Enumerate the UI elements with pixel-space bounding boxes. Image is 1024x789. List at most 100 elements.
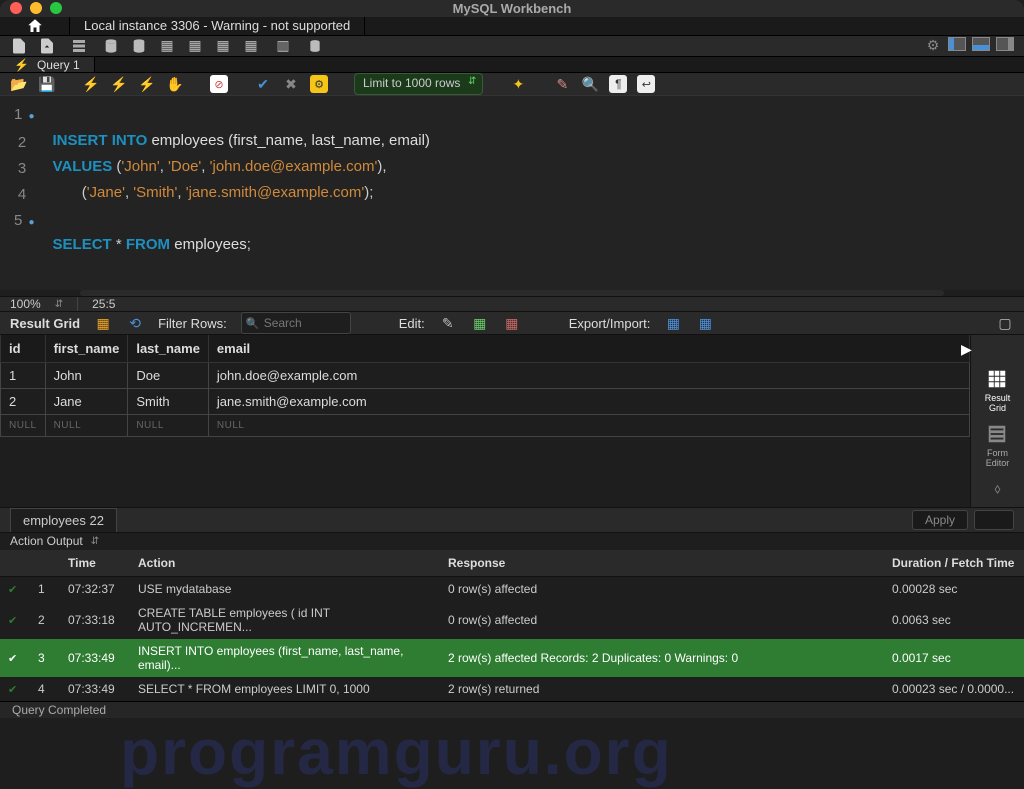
- main-toolbar: ▦ ▦ ▦ ▦ ▥ ⚙: [0, 36, 1024, 57]
- output-header: Action Output ⇵: [0, 533, 1024, 550]
- table-row[interactable]: 2JaneSmithjane.smith@example.com: [1, 389, 970, 415]
- beautify-icon[interactable]: ✦: [509, 75, 527, 93]
- status-bar: Query Completed: [0, 701, 1024, 718]
- form-editor-tab[interactable]: Form Editor: [986, 423, 1010, 468]
- home-tab[interactable]: [0, 17, 70, 35]
- col-first-name[interactable]: first_name: [45, 335, 128, 363]
- result-toolbar: Result Grid ▦ ⟲ Filter Rows: Search Edit…: [0, 312, 1024, 335]
- table-icon[interactable]: ▥: [274, 37, 292, 55]
- window-titlebar: MySQL Workbench: [0, 0, 1024, 17]
- wrap-icon[interactable]: ↩: [637, 75, 655, 93]
- result-grid-label: Result Grid: [10, 316, 80, 331]
- table-row-empty: [1, 437, 970, 507]
- autocommit-icon[interactable]: ⚙: [310, 75, 328, 93]
- result-grid-tab[interactable]: Result Grid: [985, 368, 1011, 413]
- limit-selector[interactable]: Limit to 1000 rows: [354, 73, 483, 95]
- db-small-icon[interactable]: [306, 37, 324, 55]
- sql-editor[interactable]: 1 ● 2 3 4 5 ● INSERT INTO employees (fir…: [0, 96, 1024, 290]
- import-icon[interactable]: ▦: [696, 314, 714, 332]
- output-col-response[interactable]: Response: [440, 550, 884, 577]
- result-grid[interactable]: id first_name last_name email 1JohnDoejo…: [0, 335, 970, 507]
- apply-button[interactable]: Apply: [912, 510, 968, 530]
- output-col-time[interactable]: Time: [60, 550, 130, 577]
- grid-view-icon[interactable]: ▦: [94, 314, 112, 332]
- db-icon-4[interactable]: ▦: [186, 37, 204, 55]
- watermark: programguru.org: [120, 715, 673, 789]
- execute-cursor-icon[interactable]: ⚡: [110, 75, 128, 93]
- output-row[interactable]: ✔307:33:49INSERT INTO employees (first_n…: [0, 639, 1024, 677]
- nav-updown-icon[interactable]: ⬨: [994, 480, 1000, 497]
- output-row[interactable]: ✔107:32:37USE mydatabase0 row(s) affecte…: [0, 576, 1024, 601]
- output-table: Time Action Response Duration / Fetch Ti…: [0, 550, 1024, 701]
- traffic-lights: [10, 2, 62, 14]
- new-sql-tab-icon[interactable]: [10, 37, 28, 55]
- db-icon-2[interactable]: [130, 37, 148, 55]
- output-row[interactable]: ✔207:33:18CREATE TABLE employees ( id IN…: [0, 601, 1024, 639]
- col-id[interactable]: id: [1, 335, 46, 363]
- add-row-icon[interactable]: ▦: [471, 314, 489, 332]
- col-email[interactable]: email: [208, 335, 969, 363]
- code-content[interactable]: INSERT INTO employees (first_name, last_…: [43, 96, 1024, 290]
- col-last-name[interactable]: last_name: [128, 335, 209, 363]
- connection-tab[interactable]: Local instance 3306 - Warning - not supp…: [70, 17, 365, 35]
- output-col-action[interactable]: Action: [130, 550, 440, 577]
- result-area: programguru.org id first_name last_name …: [0, 335, 1024, 507]
- filter-rows-label: Filter Rows:: [158, 316, 227, 331]
- db-icon-3[interactable]: ▦: [158, 37, 176, 55]
- zoom-stepper-icon[interactable]: ⇵: [55, 299, 63, 310]
- save-file-icon[interactable]: 💾: [38, 75, 56, 93]
- open-sql-icon[interactable]: [38, 37, 56, 55]
- settings-icon[interactable]: ⚙: [924, 37, 942, 55]
- output-row[interactable]: ✔407:33:49SELECT * FROM employees LIMIT …: [0, 677, 1024, 701]
- search-icon[interactable]: 🔍: [581, 75, 599, 93]
- edit-row-icon[interactable]: ✎: [439, 314, 457, 332]
- query-tab-label: Query 1: [37, 58, 80, 72]
- toggle-icon[interactable]: ⊘: [210, 75, 228, 93]
- refresh-icon[interactable]: ⟲: [126, 314, 144, 332]
- rollback-icon[interactable]: ✖: [282, 75, 300, 93]
- delete-row-icon[interactable]: ▦: [503, 314, 521, 332]
- minimize-window-button[interactable]: [30, 2, 42, 14]
- pilcrow-icon[interactable]: ¶: [609, 75, 627, 93]
- result-set-tab[interactable]: employees 22: [10, 508, 117, 532]
- stop-icon[interactable]: ✋: [166, 75, 184, 93]
- execute-icon[interactable]: ⚡: [82, 75, 100, 93]
- panel-left-button[interactable]: [948, 37, 966, 51]
- lightning-icon: ⚡: [14, 58, 29, 72]
- close-window-button[interactable]: [10, 2, 22, 14]
- window-title: MySQL Workbench: [453, 1, 572, 16]
- table-row[interactable]: 1JohnDoejohn.doe@example.com: [1, 363, 970, 389]
- zoom-label[interactable]: 100%: [10, 297, 41, 311]
- editor-toolbar: 📂 💾 ⚡ ⚡ ⚡ ✋ ⊘ ✔ ✖ ⚙ Limit to 1000 rows ✦…: [0, 73, 1024, 96]
- connection-tab-bar: Local instance 3306 - Warning - not supp…: [0, 17, 1024, 36]
- editor-status-strip: 100% ⇵ 25:5: [0, 296, 1024, 312]
- query-tab-bar: ⚡ Query 1: [0, 57, 1024, 73]
- home-icon: [26, 17, 44, 35]
- output-col-duration[interactable]: Duration / Fetch Time: [884, 550, 1024, 577]
- maximize-window-button[interactable]: [50, 2, 62, 14]
- pin-icon[interactable]: ▢: [996, 314, 1014, 332]
- db-icon-5[interactable]: ▦: [214, 37, 232, 55]
- revert-button[interactable]: [974, 510, 1014, 530]
- line-gutter: 1 ● 2 3 4 5 ●: [0, 96, 43, 290]
- result-side-panel: ▶ Result Grid Form Editor ⬨: [970, 335, 1024, 507]
- result-bottom-bar: employees 22 Apply: [0, 507, 1024, 533]
- db-icon-1[interactable]: [102, 37, 120, 55]
- cursor-position: 25:5: [92, 297, 115, 311]
- commit-icon[interactable]: ✔: [254, 75, 272, 93]
- expand-arrow-icon[interactable]: ▶: [961, 341, 972, 358]
- filter-search-input[interactable]: Search: [241, 312, 351, 334]
- query-tab[interactable]: ⚡ Query 1: [0, 57, 95, 72]
- brush-icon[interactable]: ✎: [553, 75, 571, 93]
- table-row-null[interactable]: NULLNULLNULLNULL: [1, 415, 970, 437]
- panel-bottom-button[interactable]: [972, 37, 990, 51]
- chevron-updown-icon[interactable]: ⇵: [91, 536, 99, 547]
- open-file-icon[interactable]: 📂: [10, 75, 28, 93]
- query-icon[interactable]: [70, 37, 88, 55]
- status-text: Query Completed: [12, 703, 106, 717]
- panel-right-button[interactable]: [996, 37, 1014, 51]
- output-selector[interactable]: Action Output: [10, 534, 83, 548]
- explain-icon[interactable]: ⚡: [138, 75, 156, 93]
- export-icon[interactable]: ▦: [664, 314, 682, 332]
- db-icon-6[interactable]: ▦: [242, 37, 260, 55]
